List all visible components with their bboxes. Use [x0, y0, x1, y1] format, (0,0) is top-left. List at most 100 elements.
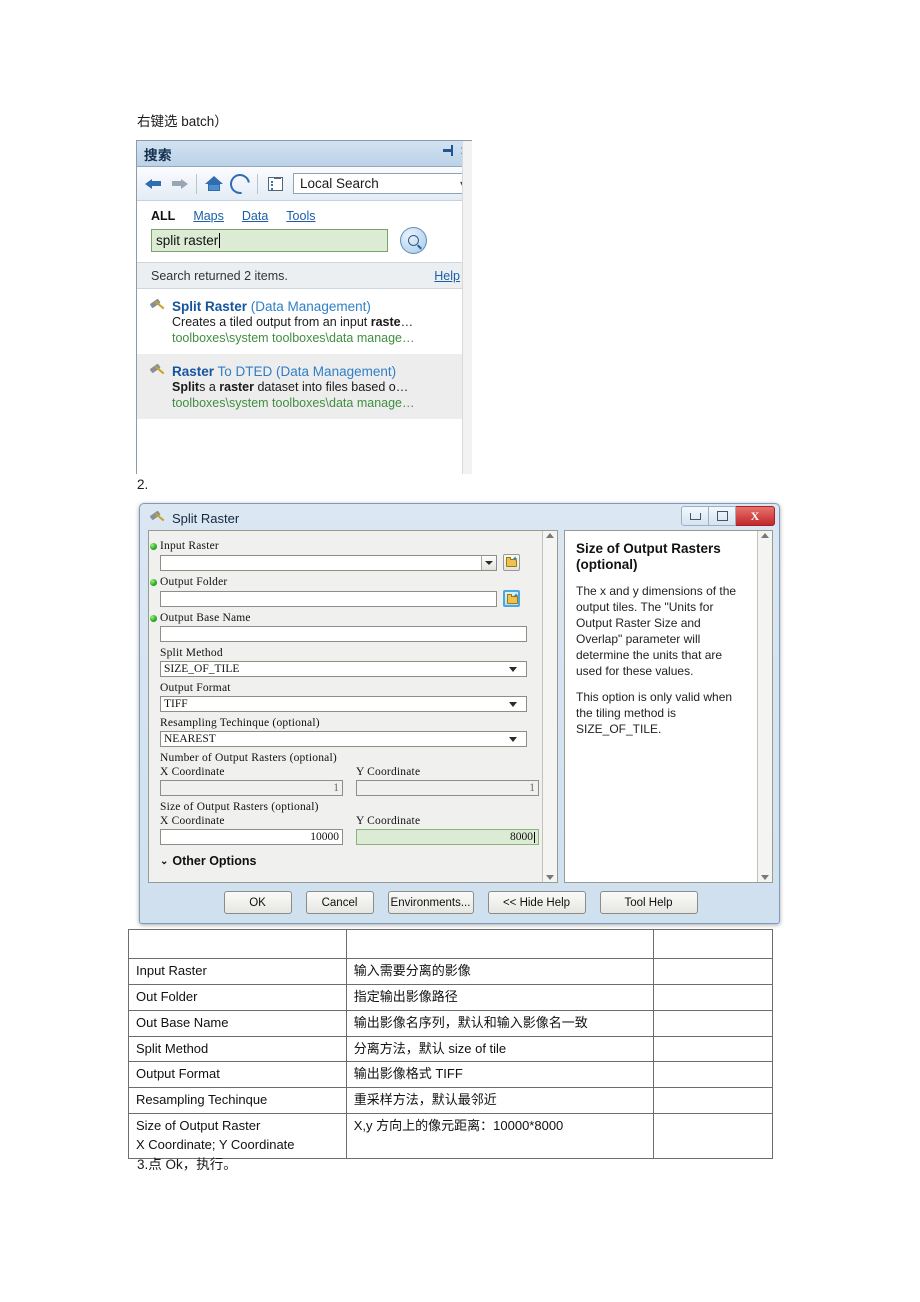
table-cell: 输入需要分离的影像	[345, 958, 654, 985]
minimize-button[interactable]	[681, 506, 709, 526]
group-size-of-output-rasters: Size of Output Rasters (optional) X Coor…	[160, 801, 557, 845]
scroll-up-arrow-icon[interactable]	[546, 533, 554, 538]
result-title[interactable]: Raster To DTED (Data Management)	[172, 363, 415, 380]
text-caret	[219, 233, 221, 248]
dialog-buttons: OK Cancel Environments... << Hide Help T…	[148, 891, 773, 914]
table-cell	[652, 1009, 774, 1037]
param-label: Split Method	[160, 647, 223, 659]
tab-all[interactable]: ALL	[151, 209, 175, 223]
chevron-down-icon[interactable]	[481, 555, 496, 570]
tab-tools[interactable]: Tools	[286, 209, 315, 223]
browse-input-raster-button[interactable]	[503, 554, 520, 571]
home-icon[interactable]	[201, 171, 227, 197]
search-category-tabs: ALL Maps Data Tools	[137, 201, 472, 227]
list-view-icon[interactable]	[262, 171, 288, 197]
table-row	[128, 929, 774, 959]
search-scope-select[interactable]: Local Search ▾	[293, 173, 469, 194]
scroll-down-arrow-icon[interactable]	[761, 875, 769, 880]
split-method-select[interactable]: SIZE_OF_TILE	[160, 661, 527, 677]
table-cell	[652, 929, 774, 959]
forward-arrow-icon[interactable]	[166, 171, 192, 197]
dialog-titlebar[interactable]: Split Raster X	[143, 506, 776, 530]
search-button[interactable]	[400, 227, 427, 254]
hammer-tool-icon	[149, 511, 166, 528]
size-x-input[interactable]: 10000	[160, 829, 343, 845]
table-cell: 重采样方法，默认最邻近	[345, 1087, 654, 1115]
environments-button[interactable]: Environments...	[387, 891, 474, 914]
folder-icon	[506, 557, 518, 567]
result-title-match: Split Raster	[172, 299, 248, 314]
step-2-label: 2.	[137, 477, 149, 492]
output-base-name-input[interactable]	[160, 626, 527, 642]
tab-data[interactable]: Data	[242, 209, 268, 223]
table-row: Split Method 分离方法，默认 size of tile	[128, 1035, 774, 1063]
output-format-value: TIFF	[164, 698, 188, 710]
number-x-label: X Coordinate	[160, 766, 225, 778]
search-toolbar: Local Search ▾	[137, 167, 472, 201]
output-folder-input[interactable]	[160, 590, 497, 607]
help-link[interactable]: Help	[434, 269, 460, 283]
search-input-value: split raster	[156, 233, 219, 248]
params-scrollbar[interactable]	[542, 531, 557, 882]
table-cell	[652, 1035, 774, 1063]
chevron-double-down-icon: ⌄	[160, 855, 169, 867]
tab-maps[interactable]: Maps	[193, 209, 224, 223]
scroll-up-arrow-icon[interactable]	[761, 533, 769, 538]
hammer-tool-icon	[149, 364, 166, 381]
list-item[interactable]: Split Raster (Data Management) Creates a…	[137, 289, 472, 354]
input-raster-combo[interactable]	[160, 554, 497, 571]
parameter-description-table: Input Raster 输入需要分离的影像 Out Folder 指定输出影像路径 O…	[128, 929, 774, 1159]
resampling-technique-value: NEAREST	[164, 733, 216, 745]
chevron-down-icon	[509, 666, 517, 672]
table-cell	[128, 929, 347, 959]
ok-button[interactable]: OK	[223, 891, 292, 914]
back-arrow-icon[interactable]	[140, 171, 166, 197]
resampling-technique-select[interactable]: NEAREST	[160, 731, 527, 747]
table-cell: 输出影像名序列，默认和输入影像名一致	[345, 1009, 654, 1037]
maximize-button[interactable]	[709, 506, 736, 526]
scroll-down-arrow-icon[interactable]	[546, 875, 554, 880]
toolbar-divider	[257, 173, 258, 194]
group-label: Number of Output Rasters (optional)	[160, 752, 337, 764]
other-options-toggle[interactable]: ⌄ Other Options	[160, 854, 557, 868]
close-icon: X	[750, 508, 760, 523]
output-format-select[interactable]: TIFF	[160, 696, 527, 712]
param-label: Input Raster	[160, 540, 219, 552]
number-x-input[interactable]: 1	[160, 780, 343, 796]
step-3-label: 3.点 Ok，执行。	[137, 1157, 237, 1172]
search-input[interactable]: split raster	[151, 229, 388, 252]
list-item[interactable]: Raster To DTED (Data Management) Splits …	[137, 353, 472, 419]
hide-help-button[interactable]: << Hide Help	[487, 891, 586, 914]
result-title-rest: To DTED (Data Management)	[214, 363, 397, 379]
result-title[interactable]: Split Raster (Data Management)	[172, 298, 415, 315]
table-cell: X,y 方向上的像元距离：10000*8000	[345, 1113, 654, 1159]
table-cell	[652, 983, 774, 1011]
refresh-icon[interactable]	[226, 169, 254, 198]
result-path: toolboxes\system toolboxes\data manage…	[172, 395, 415, 410]
size-y-input[interactable]: 8000	[356, 829, 539, 845]
table-cell	[652, 958, 774, 985]
results-scrollbar[interactable]	[462, 141, 472, 474]
number-x-value: 1	[333, 782, 339, 794]
table-row: Out Folder 指定输出影像路径	[128, 983, 774, 1011]
table-row: Resampling Techinque 重采样方法，默认最邻近	[128, 1087, 774, 1115]
help-paragraph: This option is only valid when the tilin…	[576, 690, 733, 736]
table-cell: Size of Output Raster X Coordinate; Y Coo…	[128, 1113, 347, 1159]
folder-icon	[507, 594, 519, 604]
help-scrollbar[interactable]	[757, 531, 772, 882]
number-y-input[interactable]: 1	[356, 780, 539, 796]
pin-icon[interactable]	[442, 144, 455, 157]
close-button[interactable]: X	[736, 506, 775, 526]
number-y-label: Y Coordinate	[356, 766, 421, 778]
size-y-value: 8000	[510, 831, 533, 843]
table-row: Output Format 输出影像格式 TIFF	[128, 1061, 774, 1089]
browse-output-folder-button[interactable]	[503, 590, 520, 607]
result-title-match: Raster	[172, 363, 215, 379]
group-label: Size of Output Rasters (optional)	[160, 801, 319, 813]
cancel-button[interactable]: Cancel	[305, 891, 374, 914]
param-output-base-name: Output Base Name	[150, 612, 557, 642]
required-indicator-icon	[150, 543, 157, 550]
tool-help-button[interactable]: Tool Help	[599, 891, 698, 914]
table-row: Input Raster 输入需要分离的影像	[128, 958, 774, 985]
table-cell: Input Raster	[128, 958, 347, 985]
